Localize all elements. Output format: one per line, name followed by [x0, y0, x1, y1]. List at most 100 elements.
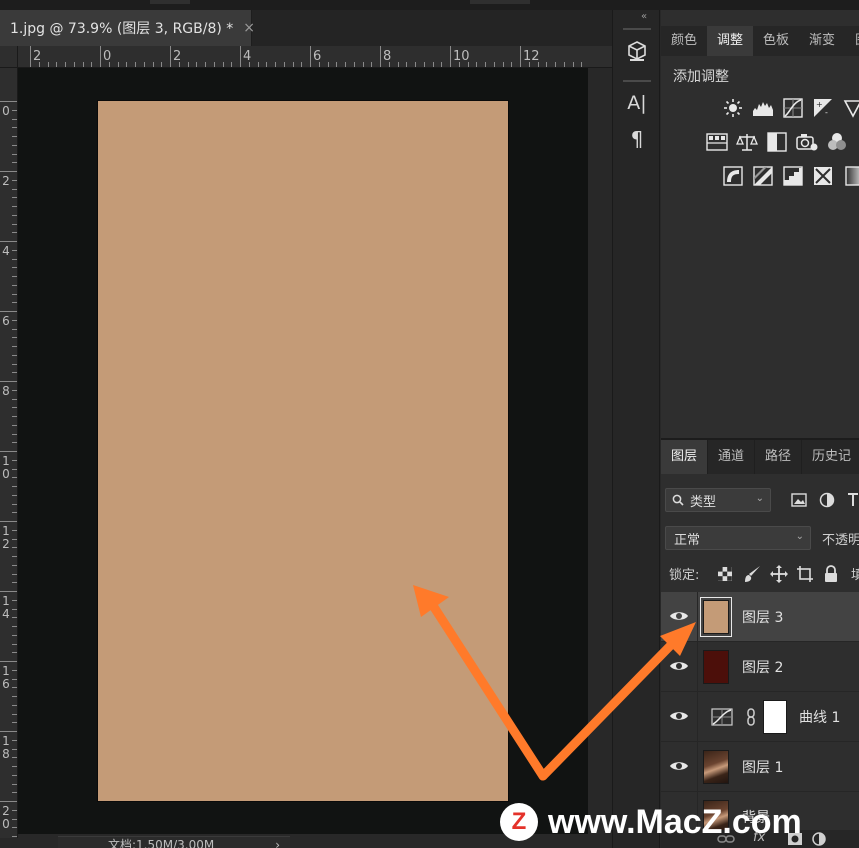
- adjustment-icons-row: + -: [721, 96, 859, 120]
- layer-row-layer-2[interactable]: 图层 2: [661, 642, 859, 692]
- tab-history[interactable]: 历史记: [802, 440, 859, 474]
- hue-saturation-icon[interactable]: [705, 130, 729, 154]
- layer-row-layer-3[interactable]: 图层 3: [661, 592, 859, 642]
- layer-name[interactable]: 图层 2: [742, 657, 783, 677]
- grip-handle[interactable]: [623, 80, 651, 82]
- eye-icon[interactable]: [669, 658, 689, 674]
- ruler-tick: [0, 241, 17, 242]
- color-lookup-icon[interactable]: [855, 130, 859, 154]
- ruler-tick: [0, 171, 17, 172]
- grip-handle[interactable]: [623, 28, 651, 30]
- layer-divider: [697, 742, 698, 792]
- document-tab-title: 1.jpg @ 73.9% (图层 3, RGB/8) *: [10, 21, 234, 37]
- collapse-panels-icon[interactable]: «: [641, 11, 647, 22]
- layer-row-curves-1[interactable]: 曲线 1: [661, 692, 859, 742]
- type-filter-icon[interactable]: [843, 490, 859, 510]
- layer-divider: [697, 592, 698, 642]
- lock-artboard-icon[interactable]: [795, 564, 815, 584]
- layer-kind-filter[interactable]: 类型 ⌄: [665, 488, 771, 512]
- ruler-tick: [0, 661, 17, 662]
- paragraph-icon[interactable]: ¶: [621, 124, 653, 154]
- new-adjustment-icon[interactable]: [811, 831, 827, 847]
- ruler-label: 2: [2, 174, 10, 188]
- ruler-label: 16: [2, 664, 10, 691]
- eye-icon[interactable]: [669, 608, 689, 624]
- exposure-icon[interactable]: + -: [811, 96, 835, 120]
- chevron-right-icon[interactable]: ›: [275, 837, 280, 848]
- ruler-tick: [0, 801, 17, 802]
- character-icon[interactable]: A|: [621, 88, 653, 118]
- ruler-tick: [0, 311, 17, 312]
- document-tab-bar: 1.jpg @ 73.9% (图层 3, RGB/8) * ×: [0, 10, 612, 46]
- canvas-workspace[interactable]: [18, 68, 612, 838]
- lock-position-icon[interactable]: [769, 564, 789, 584]
- layer-mask-thumbnail[interactable]: [763, 700, 787, 734]
- selective-color-icon[interactable]: [811, 164, 835, 188]
- svg-text:-: -: [825, 108, 828, 117]
- ruler-label: 20: [2, 804, 10, 831]
- vertical-ruler[interactable]: 0 2 4 6 8 10 12 14 16 18 20: [0, 68, 18, 838]
- eye-icon[interactable]: [669, 758, 689, 774]
- curves-adjustment-icon[interactable]: [711, 708, 733, 726]
- layer-kind-value: 类型: [690, 494, 717, 510]
- ruler-tick: [450, 46, 451, 67]
- layer-name[interactable]: 曲线 1: [799, 707, 840, 727]
- brightness-icon[interactable]: [721, 96, 745, 120]
- ruler-label: 6: [2, 314, 10, 328]
- tab-channels[interactable]: 通道: [708, 440, 756, 474]
- layer-thumbnail[interactable]: [700, 597, 732, 637]
- image-filter-icon[interactable]: [789, 490, 809, 510]
- posterize-icon[interactable]: [751, 164, 775, 188]
- ruler-label: 2: [33, 49, 42, 64]
- fill-label: 填: [851, 568, 859, 583]
- link-chain-icon[interactable]: [745, 708, 757, 726]
- ruler-origin[interactable]: [0, 46, 18, 68]
- close-icon[interactable]: ×: [243, 20, 255, 36]
- tab-adjustments[interactable]: 调整: [707, 26, 754, 56]
- tab-patterns[interactable]: 图: [845, 26, 859, 56]
- threshold-icon[interactable]: [781, 164, 805, 188]
- photo-filter-icon[interactable]: [795, 130, 819, 154]
- tab-color[interactable]: 颜色: [661, 26, 707, 56]
- layer-photo-thumbnail[interactable]: [703, 750, 729, 784]
- ruler-label: 2: [173, 49, 182, 64]
- layer-row-layer-1[interactable]: 图层 1: [661, 742, 859, 792]
- invert-icon[interactable]: [721, 164, 745, 188]
- curves-icon[interactable]: [781, 96, 805, 120]
- lock-pixels-icon[interactable]: [743, 564, 763, 584]
- channel-mixer-icon[interactable]: [825, 130, 849, 154]
- strip-segment: [150, 0, 190, 4]
- ruler-label: 14: [2, 594, 10, 621]
- ruler-tick: [520, 46, 521, 67]
- tab-gradients[interactable]: 渐变: [799, 26, 845, 56]
- document-canvas[interactable]: [98, 101, 508, 801]
- layer-name[interactable]: 图层 3: [742, 607, 783, 627]
- lock-all-icon[interactable]: [821, 564, 841, 584]
- tab-layers[interactable]: 图层: [661, 440, 709, 474]
- search-icon: [672, 494, 684, 506]
- black-white-icon[interactable]: [765, 130, 789, 154]
- lock-transparency-icon[interactable]: [715, 564, 735, 584]
- tab-paths[interactable]: 路径: [755, 440, 803, 474]
- ruler-tick: [0, 101, 17, 102]
- 3d-cube-icon[interactable]: [621, 36, 653, 66]
- document-tab[interactable]: 1.jpg @ 73.9% (图层 3, RGB/8) * ×: [0, 10, 255, 46]
- ruler-label: 6: [313, 49, 322, 64]
- status-bar[interactable]: 文档:1.50M/3.00M ›: [58, 836, 290, 848]
- layer-name[interactable]: 图层 1: [742, 757, 783, 777]
- horizontal-ruler[interactable]: 2 0 2 4 6 8 10 12: [18, 46, 612, 68]
- color-balance-icon[interactable]: [735, 130, 759, 154]
- levels-icon[interactable]: [751, 96, 775, 120]
- ruler-label: 4: [2, 244, 10, 258]
- eye-icon[interactable]: [669, 708, 689, 724]
- adjustment-filter-icon[interactable]: [817, 490, 837, 510]
- adjustment-icons-row: [705, 130, 859, 154]
- layer-thumbnail[interactable]: [703, 650, 729, 684]
- tab-swatches[interactable]: 色板: [753, 26, 799, 56]
- ruler-tick: [0, 381, 17, 382]
- ruler-tick: [0, 591, 17, 592]
- blend-mode-select[interactable]: 正常 ⌄: [665, 526, 811, 550]
- vibrance-icon[interactable]: [841, 96, 859, 120]
- gradient-map-icon[interactable]: [841, 164, 859, 188]
- pasteboard[interactable]: [18, 68, 588, 834]
